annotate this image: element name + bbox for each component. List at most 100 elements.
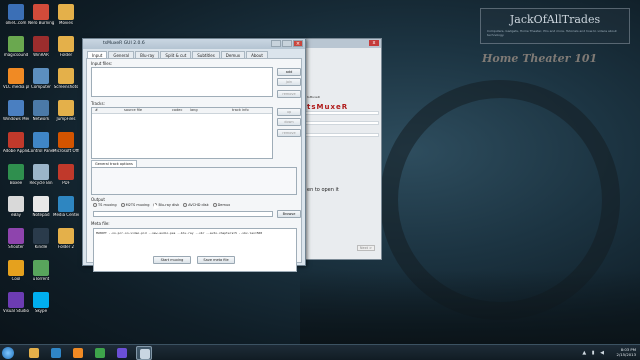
desktop-icon[interactable]: Media Center [53, 196, 79, 218]
desktop-icon-image [8, 100, 24, 116]
desktop-icon[interactable]: WinRAR [28, 36, 54, 58]
background-window-close-button[interactable]: x [369, 40, 379, 46]
remove-track-button[interactable]: remove [277, 129, 301, 137]
desktop-icon[interactable]: magicsound [3, 36, 29, 58]
window-titlebar[interactable]: tsMuxeR GUI 2.0.6 × [83, 39, 305, 49]
minimize-button[interactable] [271, 40, 281, 47]
logo-subtitle: Computers, Gadgets, Home Theater, PCs an… [487, 29, 617, 37]
desktop-icon-label: Skype [34, 309, 48, 313]
desktop-icon[interactable]: PDF [53, 164, 79, 186]
desktop-icon-image [33, 132, 49, 148]
close-button[interactable]: × [293, 40, 303, 47]
tray-icons[interactable]: ▲ ▮ ◀ [582, 350, 606, 356]
system-clock[interactable]: 8:03 PM 2/15/2013 [617, 347, 636, 357]
background-window-field[interactable] [305, 121, 379, 125]
tab-general[interactable]: General [108, 51, 135, 58]
desktop-icon[interactable]: Shooter [3, 228, 29, 250]
desktop-icon-label: Nero Burning ROM [28, 21, 54, 25]
taskbar-media-player-button[interactable] [70, 346, 86, 360]
column-codec[interactable]: codec [172, 108, 182, 112]
up-button[interactable]: up [277, 108, 301, 116]
taskbar-adobe-after-effects-button[interactable] [114, 346, 130, 360]
desktop-icon[interactable]: eBay [3, 196, 29, 218]
taskbar-green-app-button[interactable] [92, 346, 108, 360]
desktop-icon-label: ollieC.com [5, 21, 27, 25]
background-window-field[interactable] [305, 133, 379, 137]
tab-split-cut[interactable]: Split & cut [160, 51, 192, 58]
background-window-brand: tsMuxeR [307, 103, 349, 111]
background-window-field[interactable] [305, 111, 379, 115]
start-button[interactable] [2, 347, 14, 359]
desktop-icon-label: Cool [11, 277, 21, 281]
column-lang[interactable]: lang [190, 108, 198, 112]
background-window-next-button[interactable]: Next > [357, 245, 375, 251]
general-track-options-tab[interactable]: General track options [91, 160, 137, 167]
radio-m2ts-muxing[interactable]: M2TS muxing [120, 203, 149, 207]
internet-explorer-icon [51, 348, 61, 358]
start-muxing-button[interactable]: Start muxing [153, 256, 191, 264]
desktop-icon[interactable]: VLC media player [3, 68, 29, 90]
column-track-info[interactable]: track info [232, 108, 249, 112]
desktop-icon-image [8, 292, 24, 308]
remove-file-button[interactable]: remove [277, 90, 301, 98]
meta-file-textarea[interactable]: MUXOPT --no-pcr-on-video-pid --new-audio… [93, 228, 297, 272]
meta-file-content: MUXOPT --no-pcr-on-video-pid --new-audio… [96, 231, 263, 235]
desktop-icon[interactable]: uTorrent [28, 260, 54, 282]
tab-blu-ray[interactable]: Blu-ray [135, 51, 160, 58]
input-files-label: Input files: [91, 61, 113, 66]
taskbar-internet-explorer-button[interactable] [48, 346, 64, 360]
add-button[interactable]: add [277, 68, 301, 76]
desktop-icon[interactable]: Cool [3, 260, 29, 282]
taskbar: ▲ ▮ ◀ 8:03 PM 2/15/2013 [0, 344, 640, 360]
tab-input[interactable]: Input [87, 51, 108, 58]
radio-avchd-disk[interactable]: AVCHD disk [183, 203, 209, 207]
taskbar-explorer-button[interactable] [26, 346, 42, 360]
desktop-icon[interactable]: ollieC.com [3, 4, 29, 26]
desktop-icon[interactable]: JumpFiles [53, 100, 79, 122]
desktop-icon[interactable]: Movies [53, 4, 79, 26]
desktop-icon[interactable]: Microsoft Office [53, 132, 79, 154]
desktop-icon[interactable]: Computer [28, 68, 54, 90]
browse-button[interactable]: Browse [277, 210, 301, 218]
desktop-icon[interactable]: Screenshots [53, 68, 79, 90]
background-window-hint: en to open it [307, 187, 339, 193]
output-label: Output [91, 197, 105, 202]
desktop-icon-label: Shooter [8, 245, 24, 249]
desktop-icon-image [33, 36, 49, 52]
desktop-icon[interactable]: Visual Studio [3, 292, 29, 314]
desktop-icon[interactable]: Folder 2 [53, 228, 79, 250]
desktop-icon[interactable]: Skype [28, 292, 54, 314]
desktop-icon[interactable]: Folder [53, 36, 79, 58]
desktop-icon[interactable]: Control Panel [28, 132, 54, 154]
desktop-icon-image [33, 260, 49, 276]
background-window[interactable]: x tsMuxeR tsMuxeR en to open it Next > [300, 38, 382, 260]
desktop-icon[interactable]: Boxee [3, 164, 29, 186]
desktop-icon[interactable]: Kindle [28, 228, 54, 250]
green-app-icon [95, 348, 105, 358]
maximize-button[interactable] [282, 40, 292, 47]
input-files-list[interactable] [91, 67, 273, 97]
tab-about[interactable]: About [246, 51, 268, 58]
desktop-icon[interactable]: Notepad [28, 196, 54, 218]
tab-subtitles[interactable]: Subtitles [192, 51, 220, 58]
desktop-icon[interactable]: Adobe Application Manager [3, 132, 29, 154]
column-source-file[interactable]: source file [124, 108, 142, 112]
tab-demux[interactable]: Demux [220, 51, 246, 58]
save-meta-file-button[interactable]: Save meta file [197, 256, 235, 264]
column-number[interactable]: # [95, 108, 98, 112]
output-path-input[interactable] [93, 211, 273, 217]
tracks-table[interactable]: # source file codec lang track info [91, 107, 273, 159]
radio-demux[interactable]: Demux [212, 203, 230, 207]
desktop-icon-image [8, 36, 24, 52]
taskbar-tsmuxer-button[interactable] [136, 346, 152, 360]
desktop-icon-image [33, 292, 49, 308]
adobe-after-effects-icon [117, 348, 127, 358]
desktop-icon[interactable]: Nero Burning ROM [28, 4, 54, 26]
join-button[interactable]: join [277, 78, 301, 86]
desktop-icon[interactable]: Network [28, 100, 54, 122]
desktop-icon[interactable]: Windows Media Player [3, 100, 29, 122]
down-button[interactable]: down [277, 118, 301, 126]
desktop-icon[interactable]: Recycle Bin [28, 164, 54, 186]
desktop-icon-label: uTorrent [32, 277, 50, 281]
radio-ts-muxing[interactable]: TS muxing [93, 203, 117, 207]
